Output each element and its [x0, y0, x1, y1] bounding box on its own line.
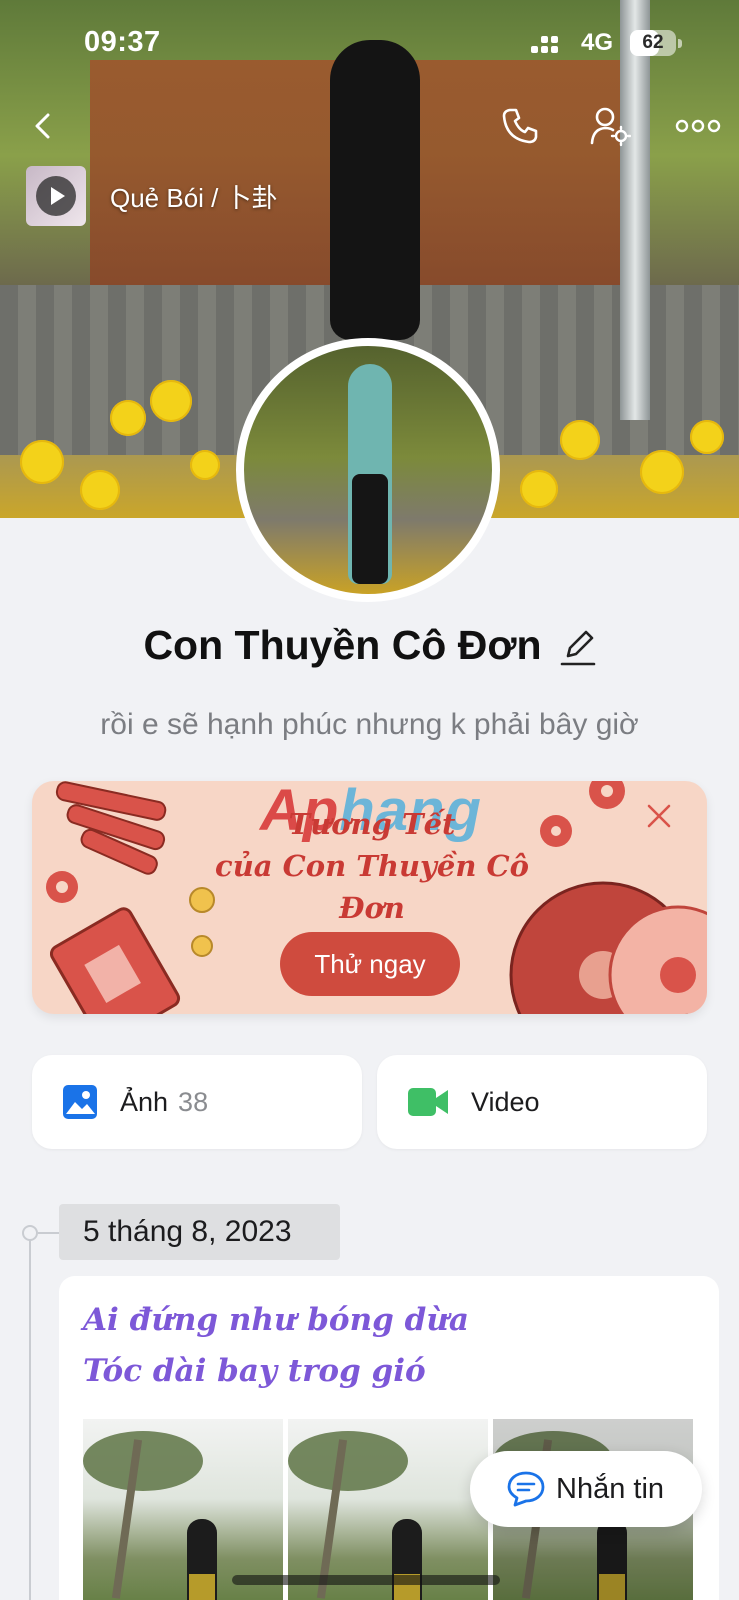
video-label: Video: [471, 1086, 540, 1117]
edit-pencil-icon[interactable]: [560, 626, 596, 666]
blossom-decoration: [150, 380, 192, 422]
blossom-decoration: [690, 420, 724, 454]
profile-name: Con Thuyền Cô Đơn: [143, 622, 542, 668]
battery-icon: 62: [630, 30, 682, 56]
timeline-dot: [22, 1225, 38, 1241]
status-bar: 09:37 4G 62: [0, 0, 739, 80]
message-button[interactable]: Nhắn tin: [470, 1451, 702, 1527]
firecracker-decoration: [55, 781, 167, 875]
status-time: 09:37: [84, 26, 161, 58]
post-photo[interactable]: [288, 1419, 488, 1600]
blossom-decoration: [640, 450, 684, 494]
photos-label: Ảnh: [120, 1086, 169, 1117]
message-button-label: Nhắn tin: [556, 1472, 665, 1505]
avatar-person: [348, 364, 392, 584]
cover-person: [330, 40, 420, 340]
network-type: 4G: [581, 29, 614, 56]
photos-count: 38: [178, 1086, 209, 1117]
profile-name-row: Con Thuyền Cô Đơn: [0, 622, 739, 669]
call-button[interactable]: [494, 100, 546, 152]
profile-music[interactable]: Quẻ Bói / 卜卦: [26, 166, 278, 226]
more-button[interactable]: [670, 100, 726, 152]
blossom-decoration: [560, 420, 600, 460]
more-dots-icon: [675, 119, 721, 133]
avatar[interactable]: [236, 338, 500, 602]
music-thumbnail: [26, 166, 86, 226]
post-text-line: Ai đứng như bóng dừa: [83, 1302, 469, 1338]
signal-icon: [531, 33, 559, 53]
try-now-button[interactable]: Thử ngay: [280, 932, 460, 996]
profile-bio: rồi e sẽ hạnh phúc nhưng k phải bây giờ: [100, 708, 639, 741]
home-indicator[interactable]: [232, 1575, 500, 1585]
banner-headline: Tương Tết của Con Thuyền Cô Đơn: [182, 803, 562, 929]
video-button[interactable]: Video: [377, 1055, 707, 1149]
image-icon: [63, 1085, 97, 1119]
tet-promo-banner[interactable]: Aphang Tương Tết của Con Thuyền Cô Đơn T…: [32, 781, 707, 1014]
timeline-post[interactable]: Ai đứng như bóng dừa Tóc dài bay trog gi…: [59, 1276, 719, 1600]
banner-headline-line: của Con Thuyền Cô: [215, 849, 529, 883]
chevron-left-icon: [35, 113, 50, 139]
red-envelope-decoration: [50, 907, 181, 1014]
phone-icon: [502, 108, 538, 144]
banner-headline-line: Tương Tết: [288, 807, 456, 841]
timeline-date: 5 tháng 8, 2023: [59, 1204, 340, 1260]
flower-decoration: [589, 781, 625, 809]
timeline-connector: [38, 1232, 60, 1234]
blossom-decoration: [520, 470, 558, 508]
play-icon[interactable]: [36, 176, 76, 216]
photos-button[interactable]: Ảnh 38: [32, 1055, 362, 1149]
post-photo[interactable]: [83, 1419, 283, 1600]
battery-level: 62: [642, 32, 664, 53]
chat-bubble-icon: [507, 1471, 545, 1507]
close-icon[interactable]: [645, 802, 673, 830]
blossom-decoration: [190, 450, 220, 480]
profile-settings-button[interactable]: [584, 100, 636, 152]
banner-headline-line: Đơn: [339, 891, 405, 925]
music-title: Quẻ Bói / 卜卦: [110, 182, 278, 213]
video-camera-icon: [408, 1088, 448, 1116]
blossom-decoration: [80, 470, 120, 510]
user-gear-icon: [590, 107, 631, 147]
blossom-decoration: [110, 400, 146, 436]
post-text-line: Tóc dài bay trog gió: [83, 1353, 426, 1389]
blossom-decoration: [20, 440, 64, 484]
back-button[interactable]: [18, 100, 70, 152]
timeline-line: [29, 1232, 31, 1600]
